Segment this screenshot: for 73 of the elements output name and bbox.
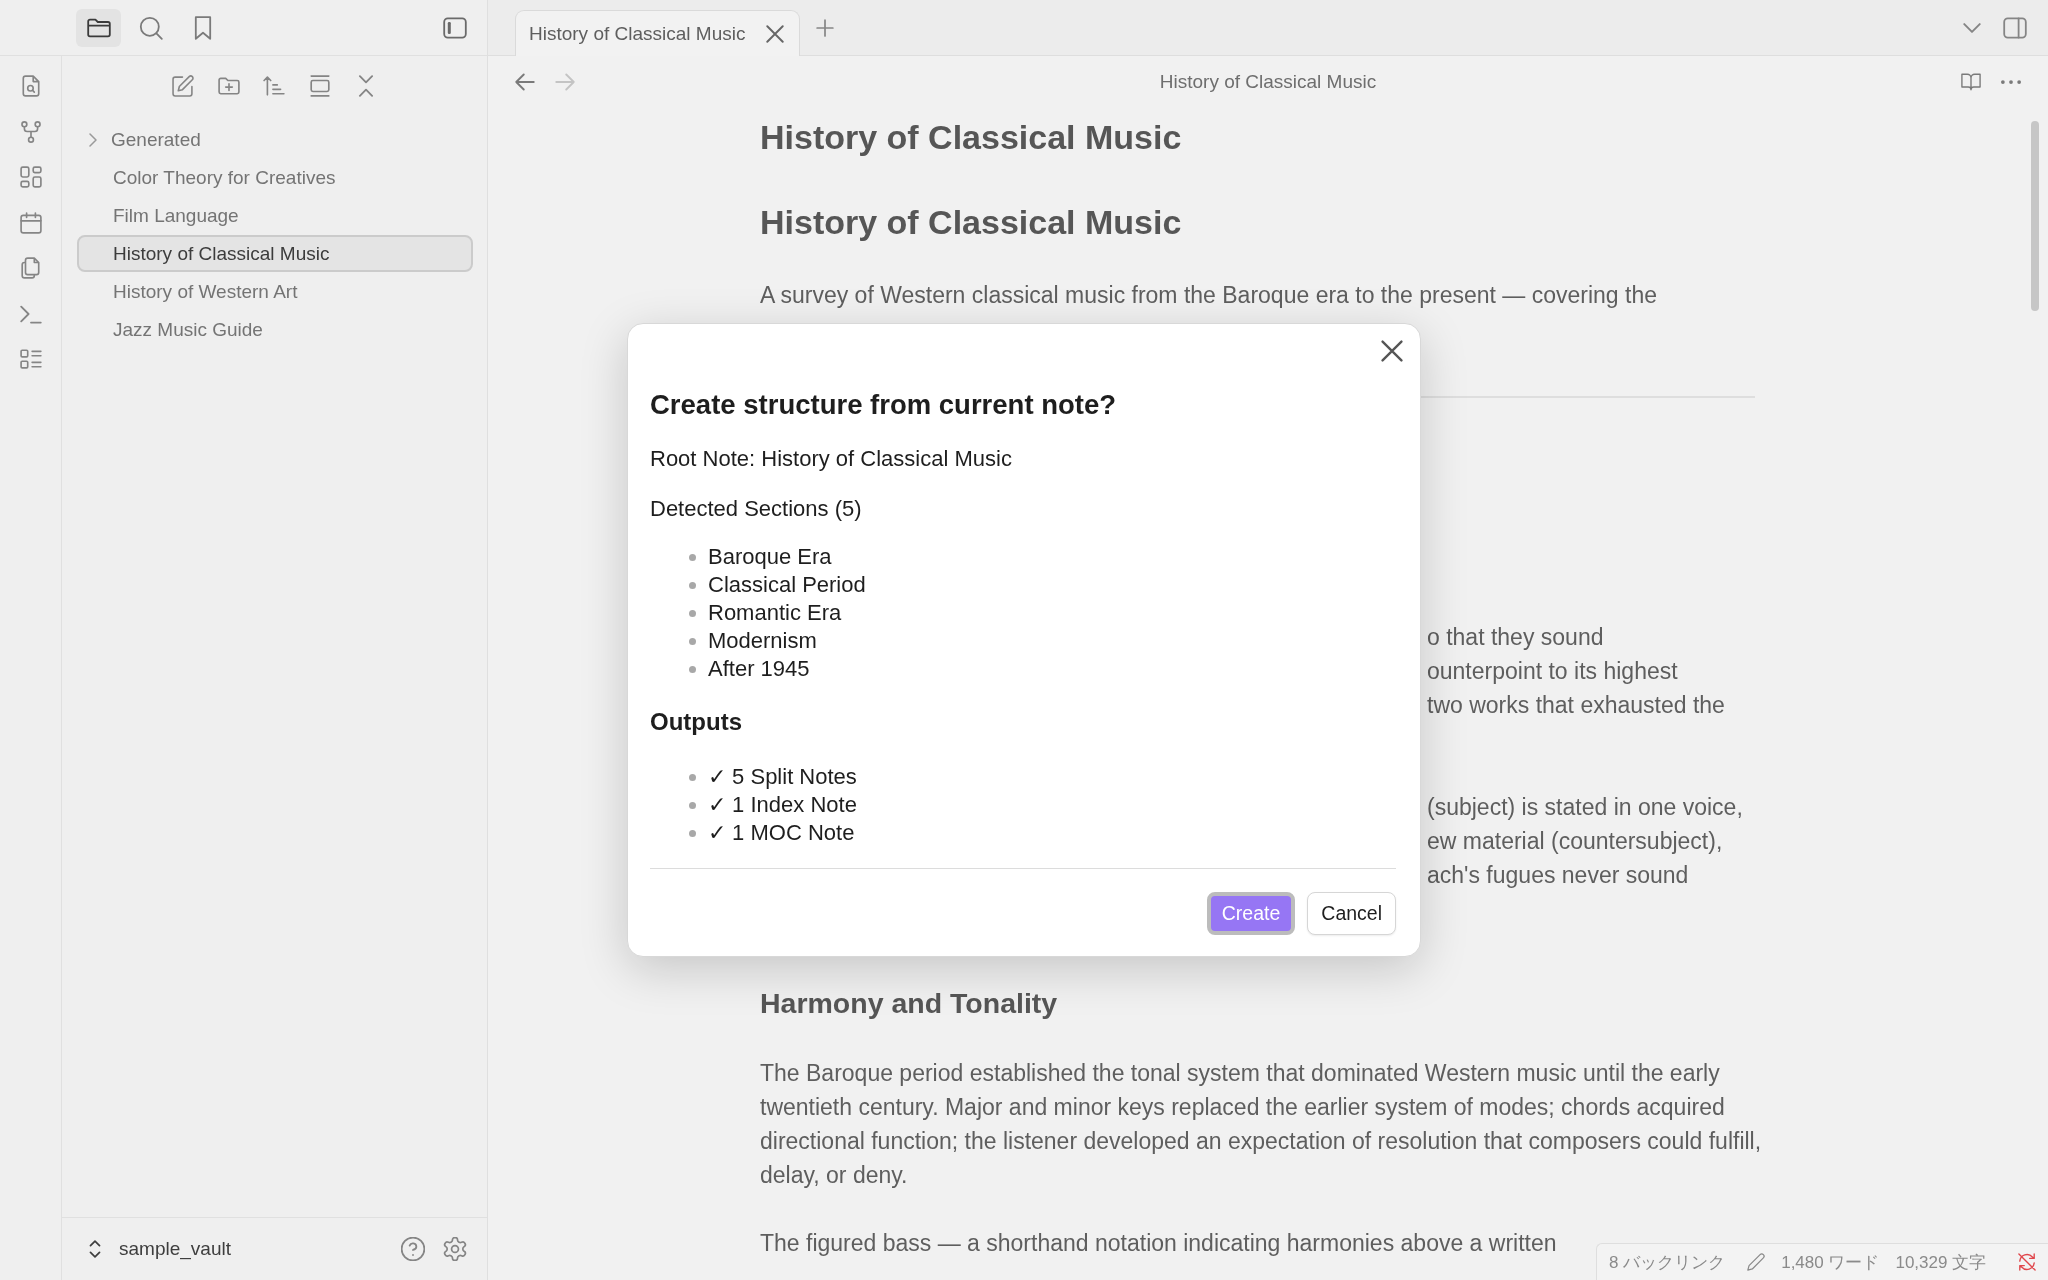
updown-chevron-icon (89, 1240, 101, 1258)
text-fragment: o that they sound (1427, 623, 1604, 652)
root-note-label: Root Note: History of Classical Music (650, 445, 1013, 473)
text-fragment: two works that exhausted the (1427, 691, 1725, 720)
section-item: Classical Period (708, 571, 866, 599)
close-icon[interactable] (766, 24, 784, 43)
file-item[interactable]: History of Classical Music (77, 235, 473, 272)
dialog-title: Create structure from current note? (650, 388, 1118, 422)
outputs-heading: Outputs (650, 707, 743, 737)
view-title: History of Classical Music (1159, 71, 1377, 93)
heading: History of Classical Music (760, 202, 1183, 243)
backlinks-count[interactable]: 8 バックリンク (1609, 1250, 1726, 1274)
plus-icon[interactable] (816, 18, 834, 37)
close-icon[interactable] (1381, 340, 1403, 362)
text-fragment: ach's fugues never sound (1427, 861, 1689, 890)
paragraph: The Baroque period established the tonal system that dominated Western music until the early twentieth century. Major and minor keys replaced the earlier system of modes; chords acquired directional function; the listener developed an expectation of resolution that composers could fulfill, delay, or deny. (760, 1059, 1763, 1190)
bullet-icon (689, 773, 696, 781)
copy-icon[interactable] (19, 257, 42, 279)
sort-icon[interactable] (263, 75, 286, 97)
edit-icon[interactable] (172, 75, 194, 97)
note-tab[interactable]: History of Classical Music (515, 10, 800, 56)
bullet-icon (689, 637, 696, 645)
section-heading: Harmony and Tonality (760, 986, 1059, 1021)
files-tab[interactable] (76, 8, 121, 47)
file-item[interactable]: Film Language (77, 197, 473, 234)
layout-icon[interactable] (309, 75, 332, 97)
section-item: Romantic Era (708, 599, 842, 627)
character-count: 10,329 文字 (1895, 1251, 1987, 1274)
collapse-icon[interactable] (357, 75, 374, 97)
bullet-icon (689, 609, 696, 617)
text-fragment: ounterpoint to its highest (1427, 657, 1678, 686)
file-item[interactable]: Jazz Music Guide (77, 311, 473, 348)
section-item: After 1945 (708, 655, 810, 683)
bullet-icon (689, 553, 696, 561)
book-icon[interactable] (1961, 72, 1981, 92)
output-item: ✓ 5 Split Notes (708, 763, 857, 791)
folder-item[interactable]: Generated (77, 121, 473, 158)
text-fragment: ew material (countersubject), (1427, 827, 1723, 856)
vault-switcher[interactable]: sample_vault (89, 1238, 231, 1260)
file-search-icon[interactable] (19, 75, 42, 97)
note-title: History of Classical Music (760, 117, 1183, 158)
sidebar-toggle-icon[interactable] (443, 15, 467, 40)
sidebar-toggle-icon[interactable] (2003, 15, 2027, 40)
folder-plus-icon[interactable] (217, 75, 240, 97)
file-item[interactable]: History of Western Art (77, 273, 473, 310)
calendar-icon[interactable] (19, 211, 42, 234)
create-button[interactable]: Create (1206, 892, 1296, 935)
word-count: 1,480 ワード (1781, 1251, 1880, 1274)
bullet-icon (689, 829, 696, 837)
list-icon[interactable] (19, 348, 42, 370)
scrollbar[interactable] (2031, 121, 2039, 311)
paragraph: The figured bass — a shorthand notation indicating harmonies above a written (760, 1229, 1558, 1258)
bullet-icon (689, 801, 696, 809)
file-item[interactable]: Color Theory for Creatives (77, 159, 473, 196)
section-item: Baroque Era (708, 543, 832, 571)
help-icon[interactable] (401, 1237, 425, 1261)
chevron-icon[interactable] (89, 132, 97, 147)
output-item: ✓ 1 MOC Note (708, 819, 855, 847)
section-item: Modernism (708, 627, 817, 655)
cancel-button[interactable]: Cancel (1307, 892, 1396, 935)
text-fragment: (subject) is stated in one voice, (1427, 793, 1743, 822)
bullet-icon (689, 665, 696, 673)
bullet-icon (689, 581, 696, 589)
paragraph: A survey of Western classical music from the Baroque era to the present — covering the (760, 281, 1658, 310)
output-item: ✓ 1 Index Note (708, 791, 857, 819)
pencil-icon[interactable] (1747, 1253, 1766, 1271)
sync-slash-icon[interactable] (2018, 1253, 2036, 1271)
search-icon (138, 15, 163, 40)
sections-label: Detected Sections (5) (650, 495, 863, 523)
dashboard-icon[interactable] (19, 166, 42, 188)
settings-icon[interactable] (443, 1237, 467, 1261)
graph-icon[interactable] (19, 120, 42, 143)
back-arrow-icon[interactable] (515, 72, 535, 92)
